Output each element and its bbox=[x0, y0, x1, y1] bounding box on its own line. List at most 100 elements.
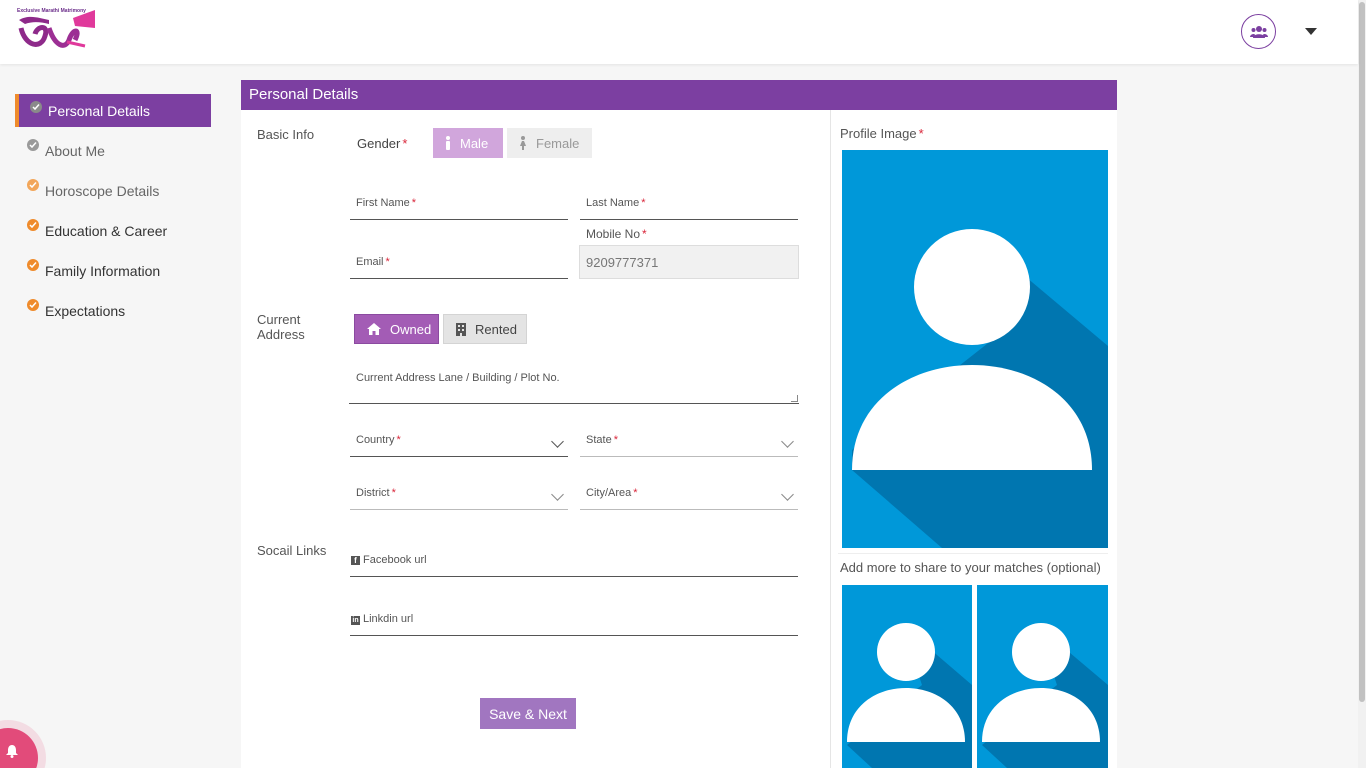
basic-info-label: Basic Info bbox=[257, 127, 315, 142]
gender-female-label: Female bbox=[536, 135, 580, 151]
required-mark: * bbox=[918, 126, 924, 141]
sidebar-item-label: Horoscope Details bbox=[45, 183, 160, 199]
owned-toggle[interactable]: Owned bbox=[354, 314, 439, 344]
email-label-text: Email bbox=[356, 256, 384, 268]
current-address-label-line2: Address bbox=[257, 327, 305, 342]
address-placeholder: Current Address Lane / Building / Plot N… bbox=[356, 372, 560, 384]
divider bbox=[838, 553, 1108, 554]
email-field[interactable]: Email * bbox=[350, 248, 568, 279]
facebook-label-text: Facebook url bbox=[363, 554, 427, 566]
gender-label-text: Gender bbox=[357, 136, 401, 151]
rented-label: Rented bbox=[475, 321, 517, 337]
users-icon bbox=[1249, 25, 1268, 38]
sidebar-item-education-career[interactable]: Education & Career bbox=[15, 211, 211, 251]
district-label: District * bbox=[356, 487, 396, 499]
page-scrollbar[interactable] bbox=[1358, 0, 1366, 768]
save-next-button[interactable]: Save & Next bbox=[480, 698, 576, 729]
state-label-text: State bbox=[586, 434, 612, 446]
user-avatar-icon bbox=[982, 623, 1108, 768]
chevron-down-icon bbox=[551, 488, 564, 501]
facebook-icon: f bbox=[351, 556, 360, 565]
required-mark: * bbox=[641, 197, 646, 209]
user-avatar-icon bbox=[852, 229, 1108, 548]
city-select[interactable]: City/Area * bbox=[580, 479, 798, 510]
additional-photo-1[interactable] bbox=[842, 585, 972, 768]
state-select[interactable]: State * bbox=[580, 426, 798, 457]
resize-handle-icon[interactable] bbox=[791, 395, 798, 402]
user-avatar-icon bbox=[847, 623, 972, 768]
facebook-url-field[interactable]: f Facebook url bbox=[350, 546, 798, 577]
first-name-label-text: First Name bbox=[356, 197, 410, 209]
email-label: Email * bbox=[356, 256, 390, 268]
country-select[interactable]: Country * bbox=[350, 426, 568, 457]
gender-label: Gender * bbox=[357, 136, 407, 151]
sidebar-item-label: Education & Career bbox=[45, 223, 168, 239]
social-links-label: Socail Links bbox=[257, 543, 327, 558]
check-circle-icon bbox=[27, 219, 39, 231]
facebook-label: f Facebook url bbox=[351, 554, 427, 566]
sidebar-item-horoscope-details[interactable]: Horoscope Details bbox=[15, 171, 211, 211]
page-title: Personal Details bbox=[241, 80, 1117, 110]
required-mark: * bbox=[396, 434, 401, 446]
sidebar-item-expectations[interactable]: Expectations bbox=[15, 291, 211, 331]
current-address-label-line1: Current bbox=[257, 312, 301, 327]
scrollbar-thumb[interactable] bbox=[1359, 2, 1365, 702]
mobile-label-text: Mobile No bbox=[586, 227, 641, 241]
mobile-field[interactable]: 9209777371 bbox=[579, 245, 799, 279]
last-name-field[interactable]: Last Name * bbox=[580, 188, 798, 220]
caret-down-icon[interactable] bbox=[1305, 28, 1317, 35]
home-icon bbox=[367, 323, 381, 335]
sidebar-item-about-me[interactable]: About Me bbox=[15, 131, 211, 171]
rented-toggle[interactable]: Rented bbox=[443, 314, 527, 344]
sidebar-item-personal-details[interactable]: Personal Details bbox=[15, 94, 211, 127]
sidebar-item-label: About Me bbox=[45, 143, 105, 159]
check-circle-icon bbox=[27, 299, 39, 311]
district-label-text: District bbox=[356, 487, 390, 499]
chevron-down-icon bbox=[781, 488, 794, 501]
last-name-label-text: Last Name bbox=[586, 197, 640, 209]
address-textarea[interactable]: Current Address Lane / Building / Plot N… bbox=[349, 362, 799, 404]
mobile-value: 9209777371 bbox=[586, 255, 659, 270]
sidebar-item-label: Family Information bbox=[45, 263, 161, 279]
profile-image-upload[interactable] bbox=[842, 150, 1108, 548]
last-name-label: Last Name * bbox=[586, 197, 645, 209]
required-mark: * bbox=[402, 136, 408, 151]
notification-bell-button[interactable] bbox=[0, 728, 38, 768]
gender-male-toggle[interactable]: Male bbox=[433, 128, 503, 158]
check-circle-icon bbox=[30, 101, 42, 113]
first-name-field[interactable]: First Name * bbox=[350, 188, 568, 220]
site-logo[interactable]: Exclusive Marathi Matrimony bbox=[15, 6, 97, 58]
linkedin-icon: in bbox=[351, 616, 360, 625]
chevron-down-icon bbox=[551, 435, 564, 448]
check-circle-icon bbox=[27, 139, 39, 151]
state-label: State * bbox=[586, 434, 618, 446]
top-navbar: Exclusive Marathi Matrimony bbox=[0, 0, 1358, 64]
current-address-label: Current Address bbox=[257, 312, 305, 342]
logo-tagline: Exclusive Marathi Matrimony bbox=[17, 8, 86, 14]
additional-photo-2[interactable] bbox=[977, 585, 1108, 768]
country-label-text: Country bbox=[356, 434, 395, 446]
city-label: City/Area * bbox=[586, 487, 638, 499]
required-mark: * bbox=[391, 487, 396, 499]
add-more-label: Add more to share to your matches (optio… bbox=[840, 560, 1101, 575]
personal-details-card: Personal Details Basic Info Gender * Male… bbox=[241, 80, 1117, 768]
sidebar-item-label: Personal Details bbox=[48, 102, 150, 119]
gender-male-label: Male bbox=[460, 135, 489, 151]
city-label-text: City/Area bbox=[586, 487, 632, 499]
linkedin-label: in Linkdin url bbox=[351, 613, 413, 625]
mobile-label: Mobile No * bbox=[586, 227, 647, 241]
linkedin-url-field[interactable]: in Linkdin url bbox=[350, 605, 798, 636]
profile-steps-sidebar: Personal Details About Me Horoscope Deta… bbox=[15, 94, 211, 331]
check-circle-icon bbox=[27, 179, 39, 191]
bell-icon bbox=[6, 745, 18, 758]
first-name-label: First Name * bbox=[356, 197, 416, 209]
chevron-down-icon bbox=[781, 435, 794, 448]
required-mark: * bbox=[613, 434, 618, 446]
sidebar-item-family-information[interactable]: Family Information bbox=[15, 251, 211, 291]
gender-female-toggle[interactable]: Female bbox=[507, 128, 592, 158]
sidebar-item-label: Expectations bbox=[45, 303, 126, 319]
account-button[interactable] bbox=[1241, 14, 1276, 49]
required-mark: * bbox=[633, 487, 638, 499]
check-circle-icon bbox=[27, 259, 39, 271]
district-select[interactable]: District * bbox=[350, 479, 568, 510]
